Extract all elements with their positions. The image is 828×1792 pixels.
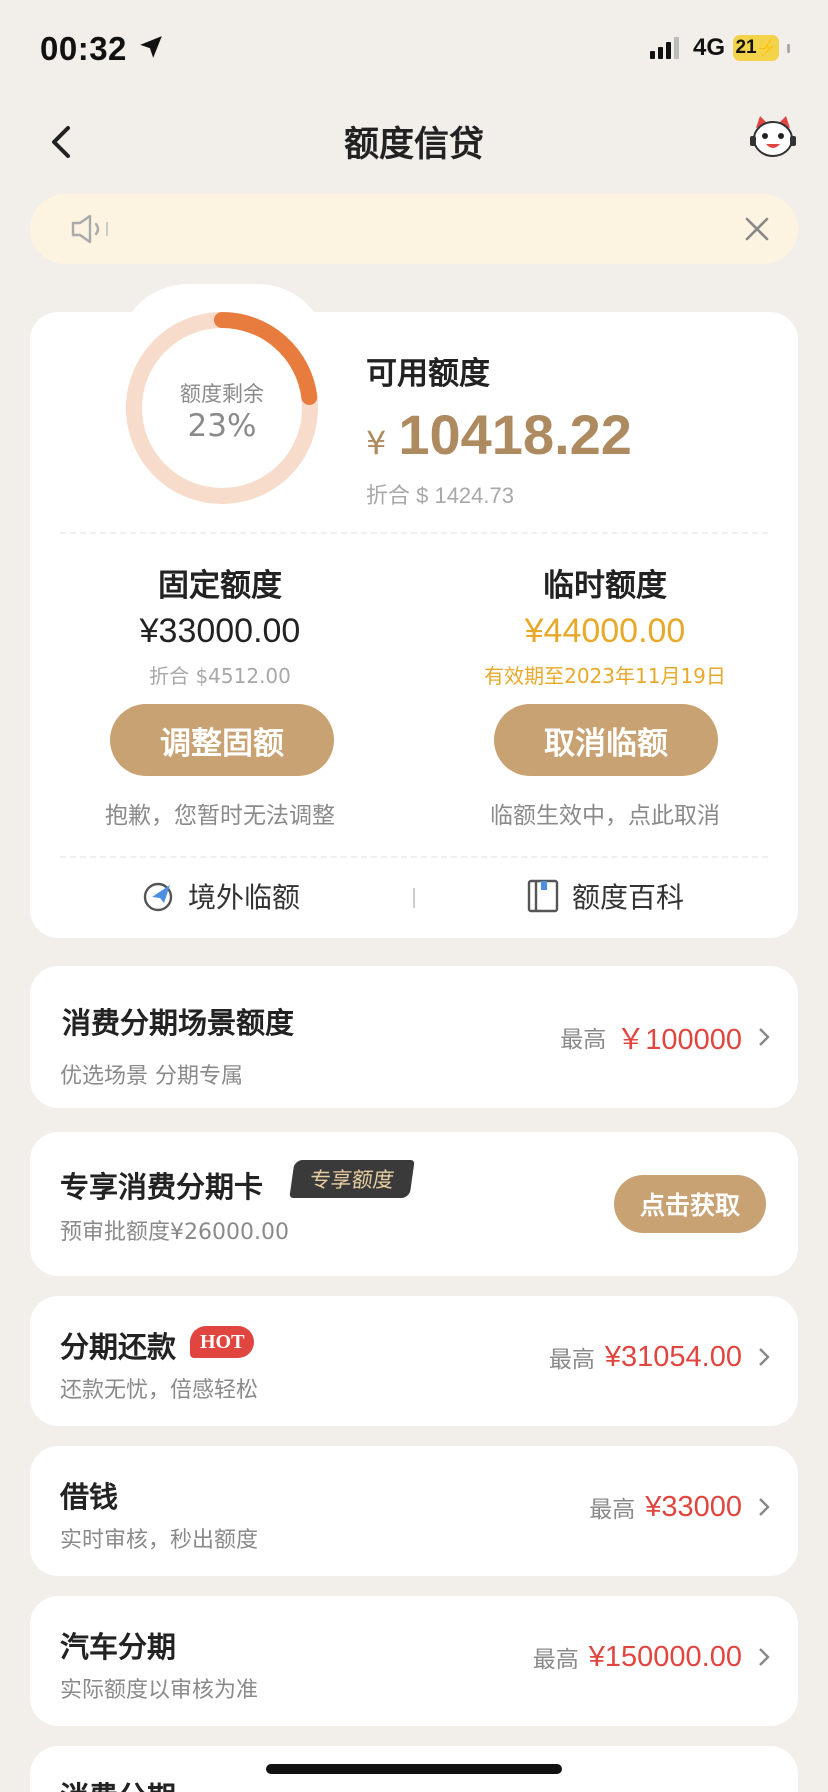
speaker-icon xyxy=(71,214,108,244)
repay-max: 最高 ¥31054.00 xyxy=(549,1340,770,1374)
car-max: 最高 ¥150000.00 xyxy=(533,1640,770,1674)
borrow-max-label: 最高 xyxy=(589,1497,636,1523)
temp-expiry: 有效期至2023年11月19日 xyxy=(484,664,726,688)
borrow-sub: 实时审核，秒出额度 xyxy=(60,1528,259,1553)
currency-symbol: ¥ xyxy=(366,424,387,462)
car-sub: 实际额度以审核为准 xyxy=(60,1678,259,1703)
chevron-right-icon xyxy=(759,1498,770,1516)
cancel-temp-button[interactable]: 取消临额 xyxy=(494,704,718,776)
chevron-right-icon xyxy=(759,1648,770,1666)
status-time: 00:32 xyxy=(40,30,127,67)
available-title: 可用额度 xyxy=(366,356,490,392)
nav-bar: 额度信贷 xyxy=(0,100,828,180)
exclusive-tag: 专享额度 xyxy=(289,1160,415,1198)
battery-icon: 21 ⚡ xyxy=(733,35,779,61)
close-icon[interactable] xyxy=(742,214,772,244)
repay-max-label: 最高 xyxy=(548,1347,595,1373)
plane-globe-icon xyxy=(143,882,173,912)
borrow-title: 借钱 xyxy=(60,1480,119,1514)
adjust-fixed-button[interactable]: 调整固额 xyxy=(110,704,334,776)
divider-top xyxy=(60,532,768,534)
temp-title: 临时额度 xyxy=(543,568,667,604)
borrow-max-value: ¥33000 xyxy=(645,1490,742,1523)
scene-title: 消费分期场景额度 xyxy=(62,1006,295,1040)
mascot-avatar-icon[interactable] xyxy=(750,114,796,160)
temp-amount: ¥44000.00 xyxy=(524,612,686,650)
consume-title: 消费分期 xyxy=(60,1774,176,1792)
chevron-right-icon xyxy=(759,1028,770,1046)
page-title: 额度信贷 xyxy=(343,125,484,165)
fixed-amount: ¥33000.00 xyxy=(139,612,301,650)
exclusive-card-row: 专享消费分期卡 专享额度 预审批额度¥26000.00 点击获取 xyxy=(30,1132,798,1276)
credit-wiki-link[interactable]: 额度百科 xyxy=(526,876,684,916)
link-separator xyxy=(413,888,415,908)
battery-tip xyxy=(787,43,790,53)
home-indicator xyxy=(266,1764,562,1774)
remaining-percent: 23% xyxy=(187,408,257,444)
scene-max-label: 最高 xyxy=(560,1027,607,1053)
scene-sub: 优选场景 分期专属 xyxy=(60,1064,243,1089)
fixed-title: 固定额度 xyxy=(158,568,282,604)
car-max-label: 最高 xyxy=(532,1647,579,1673)
repay-max-value: ¥31054.00 xyxy=(604,1340,742,1373)
available-amount-value: 10418.22 xyxy=(398,403,632,466)
fixed-usd: 折合 $4512.00 xyxy=(149,664,291,688)
exclusive-card-sub: 预审批额度¥26000.00 xyxy=(60,1220,289,1245)
scene-max-value: ￥100000 xyxy=(616,1024,742,1056)
car-installment-row[interactable]: 汽车分期 实际额度以审核为准 最高 ¥150000.00 xyxy=(30,1596,798,1726)
overseas-temp-label: 境外临额 xyxy=(188,881,301,914)
repay-sub: 还款无忧，倍感轻松 xyxy=(60,1378,259,1403)
available-usd: 折合 $ 1424.73 xyxy=(366,483,514,508)
borrow-max: 最高 ¥33000 xyxy=(589,1490,770,1524)
get-now-button[interactable]: 点击获取 xyxy=(614,1175,766,1233)
hot-badge: HOT xyxy=(190,1326,255,1358)
notice-bar[interactable] xyxy=(30,194,798,264)
location-arrow-icon xyxy=(140,36,162,58)
signal-icon xyxy=(649,37,679,59)
network-type: 4G xyxy=(692,34,725,61)
borrow-row[interactable]: 借钱 实时审核，秒出额度 最高 ¥33000 xyxy=(30,1446,798,1576)
divider-bottom xyxy=(60,856,768,858)
remaining-label: 额度剩余 xyxy=(180,382,264,406)
car-title: 汽车分期 xyxy=(60,1630,177,1664)
chevron-right-icon xyxy=(759,1348,770,1366)
overseas-temp-link[interactable]: 境外临额 xyxy=(142,876,300,916)
temp-note[interactable]: 临额生效中，点此取消 xyxy=(440,796,770,830)
exclusive-card-title: 专享消费分期卡 xyxy=(60,1170,264,1204)
available-amount: ¥ 10418.22 xyxy=(366,402,632,467)
repay-title: 分期还款 xyxy=(60,1330,177,1364)
status-bar: 00:32 4G 21 ⚡ xyxy=(0,0,828,100)
repay-installment-row[interactable]: 分期还款 HOT 还款无忧，倍感轻松 最高 ¥31054.00 xyxy=(30,1296,798,1426)
car-max-value: ¥150000.00 xyxy=(588,1640,742,1673)
scene-installment-row[interactable]: 消费分期场景额度 优选场景 分期专属 最高 ￥100000 xyxy=(30,966,798,1108)
fixed-note: 抱歉，您暂时无法调整 xyxy=(105,803,335,829)
credit-wiki-label: 额度百科 xyxy=(572,881,685,914)
scene-max: 最高 ￥100000 xyxy=(560,1016,770,1058)
book-icon xyxy=(527,879,559,913)
